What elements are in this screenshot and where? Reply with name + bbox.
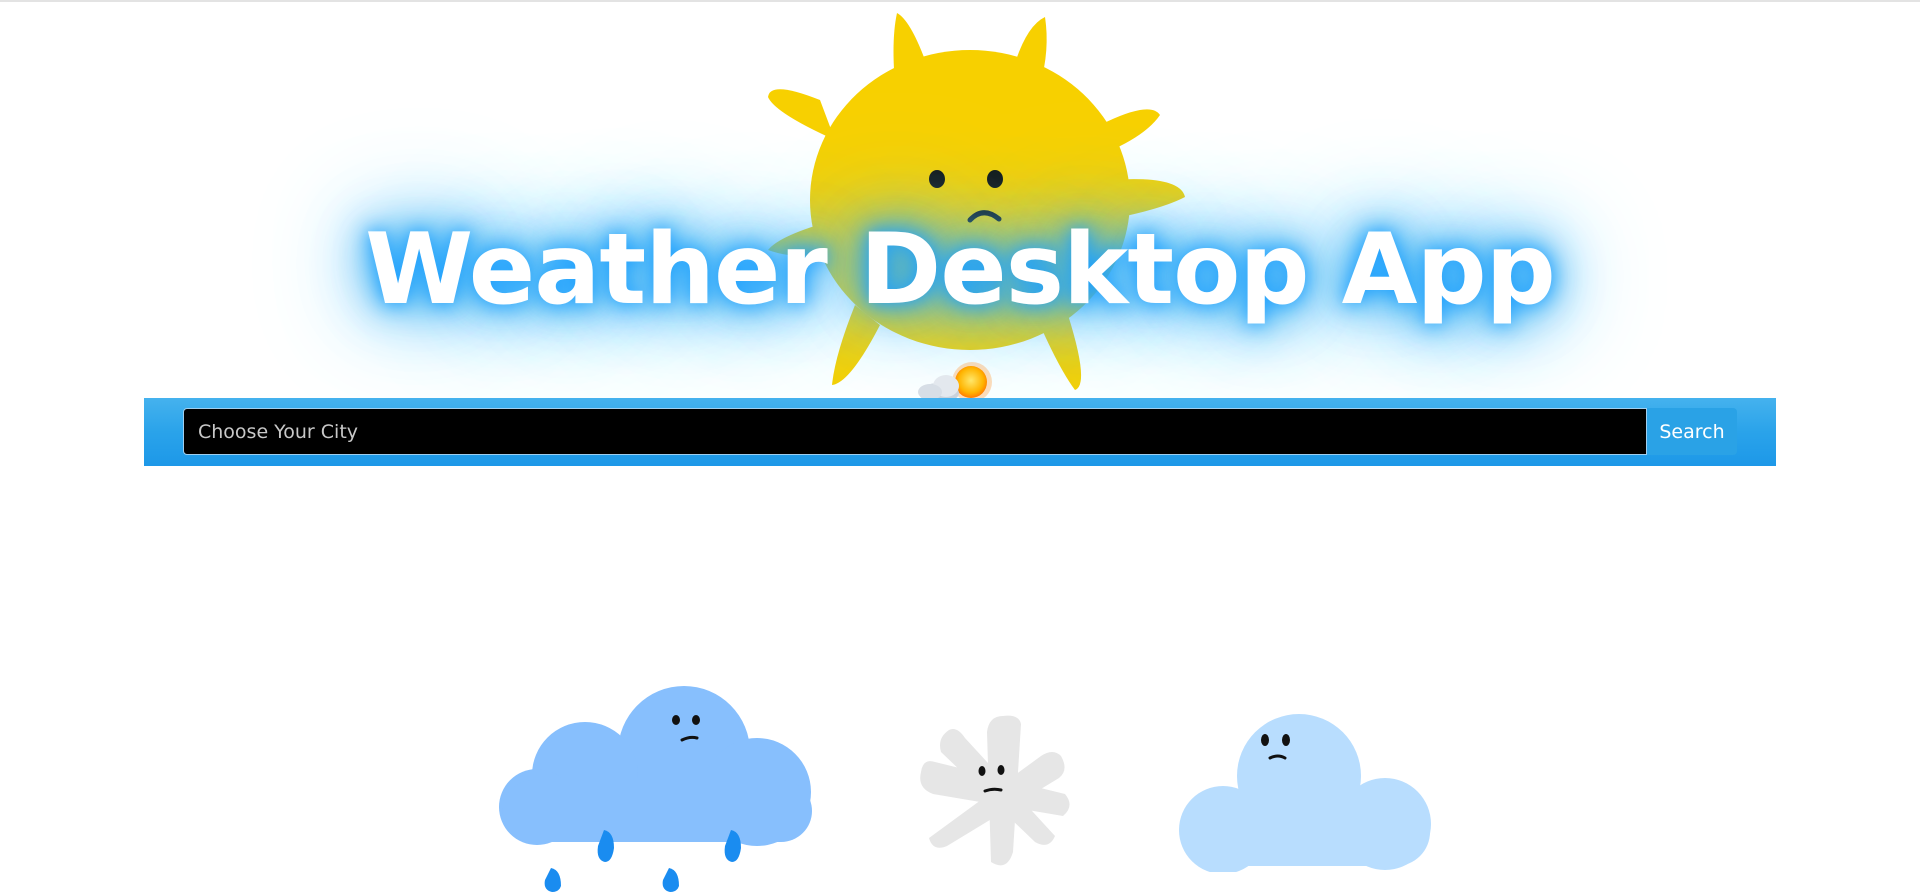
sad-rain-cloud-icon bbox=[499, 686, 812, 892]
city-search-input[interactable] bbox=[183, 408, 1647, 455]
search-button[interactable]: Search bbox=[1647, 408, 1737, 455]
hero-header: Weather Desktop App bbox=[0, 0, 1920, 402]
sun-behind-cloud-icon bbox=[918, 362, 992, 402]
search-bar: Search bbox=[144, 398, 1776, 466]
sad-snowflake-icon bbox=[920, 715, 1070, 866]
app-title: Weather Desktop App bbox=[365, 213, 1556, 327]
sad-sun-icon bbox=[768, 13, 1185, 390]
sad-cloud-icon bbox=[1179, 714, 1431, 872]
